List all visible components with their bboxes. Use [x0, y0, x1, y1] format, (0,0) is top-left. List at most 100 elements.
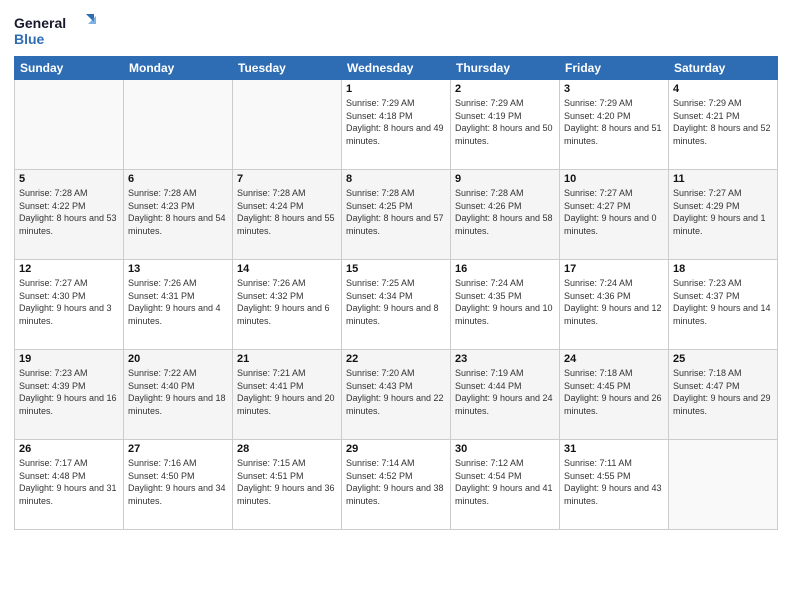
column-header-friday: Friday [560, 57, 669, 80]
column-header-wednesday: Wednesday [342, 57, 451, 80]
day-number: 15 [346, 263, 446, 275]
day-cell: 18 Sunrise: 7:23 AM Sunset: 4:37 PM Dayli… [669, 260, 778, 350]
day-number: 8 [346, 173, 446, 185]
calendar-page: General Blue SundayMondayTuesdayWednesda… [0, 0, 792, 612]
week-row-3: 12 Sunrise: 7:27 AM Sunset: 4:30 PM Dayli… [15, 260, 778, 350]
day-number: 1 [346, 83, 446, 95]
day-detail: Sunrise: 7:24 AM Sunset: 4:36 PM Dayligh… [564, 277, 664, 327]
day-detail: Sunrise: 7:23 AM Sunset: 4:39 PM Dayligh… [19, 367, 119, 417]
day-number: 7 [237, 173, 337, 185]
day-number: 26 [19, 443, 119, 455]
day-number: 12 [19, 263, 119, 275]
day-number: 17 [564, 263, 664, 275]
week-row-1: 1 Sunrise: 7:29 AM Sunset: 4:18 PM Daylig… [15, 80, 778, 170]
column-header-thursday: Thursday [451, 57, 560, 80]
day-cell: 30Sunrise: 7:12 AM Sunset: 4:54 PM Dayli… [451, 440, 560, 530]
day-detail: Sunrise: 7:23 AM Sunset: 4:37 PM Dayligh… [673, 277, 773, 327]
day-number: 21 [237, 353, 337, 365]
day-cell: 2 Sunrise: 7:29 AM Sunset: 4:19 PM Daylig… [451, 80, 560, 170]
day-cell: 28 Sunrise: 7:15 AM Sunset: 4:51 PM Dayli… [233, 440, 342, 530]
day-cell: 23Sunrise: 7:19 AM Sunset: 4:44 PM Dayli… [451, 350, 560, 440]
day-cell: 13 Sunrise: 7:26 AM Sunset: 4:31 PM Dayli… [124, 260, 233, 350]
day-detail: Sunrise: 7:11 AM Sunset: 4:55 PM Dayligh… [564, 457, 664, 507]
week-row-4: 19 Sunrise: 7:23 AM Sunset: 4:39 PM Dayli… [15, 350, 778, 440]
logo: General Blue [14, 10, 104, 50]
day-cell: 21 Sunrise: 7:21 AM Sunset: 4:41 PM Dayli… [233, 350, 342, 440]
day-cell: 15 Sunrise: 7:25 AM Sunset: 4:34 PM Dayli… [342, 260, 451, 350]
day-detail: Sunrise: 7:14 AM Sunset: 4:52 PM Dayligh… [346, 457, 446, 507]
day-number: 4 [673, 83, 773, 95]
day-cell: 20Sunrise: 7:22 AM Sunset: 4:40 PM Dayli… [124, 350, 233, 440]
day-detail: Sunrise: 7:22 AM Sunset: 4:40 PM Dayligh… [128, 367, 228, 417]
column-header-tuesday: Tuesday [233, 57, 342, 80]
logo-svg: General Blue [14, 10, 104, 50]
day-number: 13 [128, 263, 228, 275]
header: General Blue [14, 10, 778, 50]
svg-text:Blue: Blue [14, 31, 45, 47]
day-cell: 10Sunrise: 7:27 AM Sunset: 4:27 PM Dayli… [560, 170, 669, 260]
day-detail: Sunrise: 7:20 AM Sunset: 4:43 PM Dayligh… [346, 367, 446, 417]
day-cell: 8 Sunrise: 7:28 AM Sunset: 4:25 PM Daylig… [342, 170, 451, 260]
day-cell: 24Sunrise: 7:18 AM Sunset: 4:45 PM Dayli… [560, 350, 669, 440]
day-detail: Sunrise: 7:26 AM Sunset: 4:32 PM Dayligh… [237, 277, 337, 327]
day-cell: 27 Sunrise: 7:16 AM Sunset: 4:50 PM Dayli… [124, 440, 233, 530]
day-cell: 22 Sunrise: 7:20 AM Sunset: 4:43 PM Dayli… [342, 350, 451, 440]
day-detail: Sunrise: 7:28 AM Sunset: 4:22 PM Dayligh… [19, 187, 119, 237]
week-row-2: 5Sunrise: 7:28 AM Sunset: 4:22 PM Daylig… [15, 170, 778, 260]
day-number: 18 [673, 263, 773, 275]
day-cell [233, 80, 342, 170]
day-cell: 11 Sunrise: 7:27 AM Sunset: 4:29 PM Dayli… [669, 170, 778, 260]
day-cell: 16Sunrise: 7:24 AM Sunset: 4:35 PM Dayli… [451, 260, 560, 350]
day-number: 19 [19, 353, 119, 365]
day-number: 6 [128, 173, 228, 185]
header-row: SundayMondayTuesdayWednesdayThursdayFrid… [15, 57, 778, 80]
day-detail: Sunrise: 7:27 AM Sunset: 4:30 PM Dayligh… [19, 277, 119, 327]
day-number: 22 [346, 353, 446, 365]
day-cell: 1 Sunrise: 7:29 AM Sunset: 4:18 PM Daylig… [342, 80, 451, 170]
day-detail: Sunrise: 7:27 AM Sunset: 4:29 PM Dayligh… [673, 187, 773, 237]
day-detail: Sunrise: 7:25 AM Sunset: 4:34 PM Dayligh… [346, 277, 446, 327]
day-cell: 31 Sunrise: 7:11 AM Sunset: 4:55 PM Dayli… [560, 440, 669, 530]
day-cell: 17 Sunrise: 7:24 AM Sunset: 4:36 PM Dayli… [560, 260, 669, 350]
day-cell: 29 Sunrise: 7:14 AM Sunset: 4:52 PM Dayli… [342, 440, 451, 530]
day-number: 28 [237, 443, 337, 455]
day-detail: Sunrise: 7:29 AM Sunset: 4:19 PM Dayligh… [455, 97, 555, 147]
day-cell [15, 80, 124, 170]
day-detail: Sunrise: 7:21 AM Sunset: 4:41 PM Dayligh… [237, 367, 337, 417]
logo-container: General Blue [14, 10, 104, 50]
day-number: 27 [128, 443, 228, 455]
day-detail: Sunrise: 7:29 AM Sunset: 4:20 PM Dayligh… [564, 97, 664, 147]
week-row-5: 26 Sunrise: 7:17 AM Sunset: 4:48 PM Dayli… [15, 440, 778, 530]
day-cell: 7 Sunrise: 7:28 AM Sunset: 4:24 PM Daylig… [233, 170, 342, 260]
day-detail: Sunrise: 7:12 AM Sunset: 4:54 PM Dayligh… [455, 457, 555, 507]
day-number: 2 [455, 83, 555, 95]
day-number: 29 [346, 443, 446, 455]
day-detail: Sunrise: 7:28 AM Sunset: 4:26 PM Dayligh… [455, 187, 555, 237]
day-detail: Sunrise: 7:28 AM Sunset: 4:24 PM Dayligh… [237, 187, 337, 237]
day-number: 24 [564, 353, 664, 365]
day-cell: 12 Sunrise: 7:27 AM Sunset: 4:30 PM Dayli… [15, 260, 124, 350]
day-number: 9 [455, 173, 555, 185]
day-detail: Sunrise: 7:26 AM Sunset: 4:31 PM Dayligh… [128, 277, 228, 327]
day-detail: Sunrise: 7:16 AM Sunset: 4:50 PM Dayligh… [128, 457, 228, 507]
day-number: 31 [564, 443, 664, 455]
column-header-sunday: Sunday [15, 57, 124, 80]
day-number: 3 [564, 83, 664, 95]
day-number: 23 [455, 353, 555, 365]
day-cell [669, 440, 778, 530]
calendar-table: SundayMondayTuesdayWednesdayThursdayFrid… [14, 56, 778, 530]
day-detail: Sunrise: 7:29 AM Sunset: 4:18 PM Dayligh… [346, 97, 446, 147]
day-cell: 9 Sunrise: 7:28 AM Sunset: 4:26 PM Daylig… [451, 170, 560, 260]
day-cell: 25Sunrise: 7:18 AM Sunset: 4:47 PM Dayli… [669, 350, 778, 440]
column-header-monday: Monday [124, 57, 233, 80]
day-cell: 26 Sunrise: 7:17 AM Sunset: 4:48 PM Dayli… [15, 440, 124, 530]
day-number: 11 [673, 173, 773, 185]
day-detail: Sunrise: 7:15 AM Sunset: 4:51 PM Dayligh… [237, 457, 337, 507]
day-cell: 14Sunrise: 7:26 AM Sunset: 4:32 PM Dayli… [233, 260, 342, 350]
svg-text:General: General [14, 15, 66, 31]
day-detail: Sunrise: 7:28 AM Sunset: 4:25 PM Dayligh… [346, 187, 446, 237]
day-detail: Sunrise: 7:17 AM Sunset: 4:48 PM Dayligh… [19, 457, 119, 507]
day-detail: Sunrise: 7:28 AM Sunset: 4:23 PM Dayligh… [128, 187, 228, 237]
day-detail: Sunrise: 7:29 AM Sunset: 4:21 PM Dayligh… [673, 97, 773, 147]
day-cell: 6 Sunrise: 7:28 AM Sunset: 4:23 PM Daylig… [124, 170, 233, 260]
